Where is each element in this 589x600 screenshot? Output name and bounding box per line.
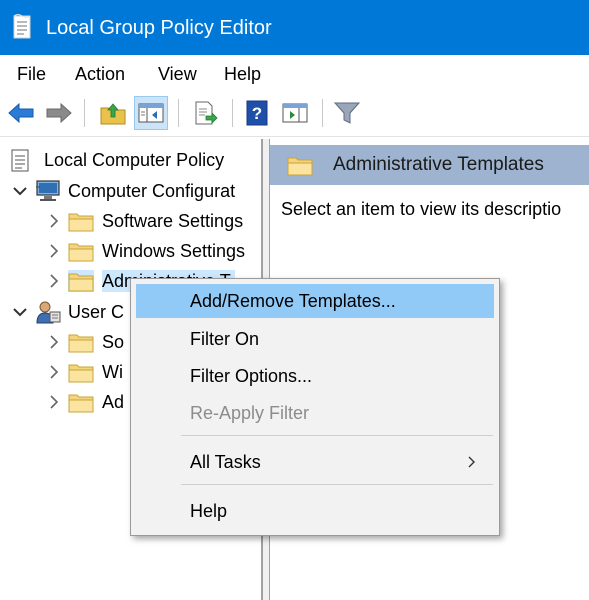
help-icon: ? [246,100,268,126]
menu-item-add-remove-templates[interactable]: Add/Remove Templates... [136,284,494,318]
svg-text:?: ? [252,104,262,123]
details-title: Administrative Templates [333,154,544,175]
tree-item-computer-configuration[interactable]: Computer Configurat [12,176,235,206]
policy-scroll-icon [11,149,29,172]
export-list-icon [195,101,218,125]
group-policy-editor-window: Local Group Policy Editor File Action Vi… [0,0,589,600]
toolbar-separator [322,99,323,127]
menu-separator [181,484,493,485]
details-header: Administrative Templates [270,145,589,185]
export-list-button[interactable] [188,96,222,130]
tree-label: Wi [102,362,123,382]
title-bar: Local Group Policy Editor [0,0,589,55]
tree-label: User C [68,302,125,322]
tree-label: Software Settings [102,211,244,231]
menu-item-filter-on[interactable]: Filter On [136,322,494,356]
computer-icon [36,180,60,201]
back-arrow-icon [8,102,34,124]
menu-item-label: All Tasks [190,451,261,472]
chevron-right-icon[interactable] [46,364,62,380]
toolbar-separator [84,99,85,127]
tree-item-user-windows-settings[interactable]: Wi [46,357,123,387]
menu-item-filter-options[interactable]: Filter Options... [136,359,494,393]
folder-icon [68,394,94,413]
folder-icon [68,270,94,292]
tree-item-local-computer-policy[interactable]: Local Computer Policy [10,145,224,175]
forward-button[interactable] [42,96,76,130]
submenu-arrow-icon [468,456,475,468]
chevron-right-icon[interactable] [46,334,62,350]
menu-item-help[interactable]: Help [136,494,494,528]
chevron-right-icon[interactable] [46,273,62,289]
chevron-down-icon[interactable] [12,183,28,199]
menu-bar: File Action View Help [0,55,589,91]
folder-icon [287,157,313,176]
chevron-right-icon[interactable] [46,213,62,229]
tree-label: So [102,332,125,352]
tree-label: Windows Settings [102,241,246,261]
menu-separator [181,435,493,436]
details-description: Select an item to view its descriptio [281,199,562,219]
tree-item-user-administrative-templates[interactable]: Ad [46,387,124,417]
back-button[interactable] [4,96,38,130]
filter-icon [333,102,361,124]
folder-icon [68,213,94,232]
tree-label: Ad [102,392,125,412]
menu-item-all-tasks[interactable]: All Tasks [136,445,494,479]
chevron-down-icon[interactable] [12,304,28,320]
menu-help[interactable]: Help [224,63,261,85]
tree-item-windows-settings[interactable]: Windows Settings [46,236,245,266]
menu-action[interactable]: Action [75,63,125,85]
chevron-right-icon[interactable] [46,243,62,259]
show-hide-action-pane-button[interactable] [278,96,312,130]
folder-icon [68,243,94,262]
user-icon [36,301,61,324]
context-menu: Add/Remove Templates... Filter On Filter… [130,278,500,536]
menu-file[interactable]: File [17,63,46,85]
menu-view[interactable]: View [158,63,197,85]
tree-item-software-settings[interactable]: Software Settings [46,206,243,236]
policy-app-icon [13,14,31,39]
toolbar-separator [232,99,233,127]
up-one-level-button[interactable] [96,96,130,130]
up-folder-icon [100,103,126,125]
show-hide-tree-icon [138,103,164,123]
show-hide-console-tree-button[interactable] [134,96,168,130]
folder-icon [68,334,94,353]
toolbar: ? [0,91,589,137]
folder-icon [68,364,94,383]
show-hide-action-pane-icon [282,103,308,123]
tree-item-user-configuration[interactable]: User C [12,297,124,327]
filter-button[interactable] [330,96,364,130]
tree-item-user-software-settings[interactable]: So [46,327,124,357]
tree-label: Computer Configurat [68,181,236,201]
tree-label: Local Computer Policy [44,150,225,170]
window-title: Local Group Policy Editor [46,17,272,39]
menu-item-reapply-filter: Re-Apply Filter [190,402,310,423]
help-button[interactable]: ? [240,96,274,130]
toolbar-separator [178,99,179,127]
forward-arrow-icon [46,102,72,124]
chevron-right-icon[interactable] [46,394,62,410]
